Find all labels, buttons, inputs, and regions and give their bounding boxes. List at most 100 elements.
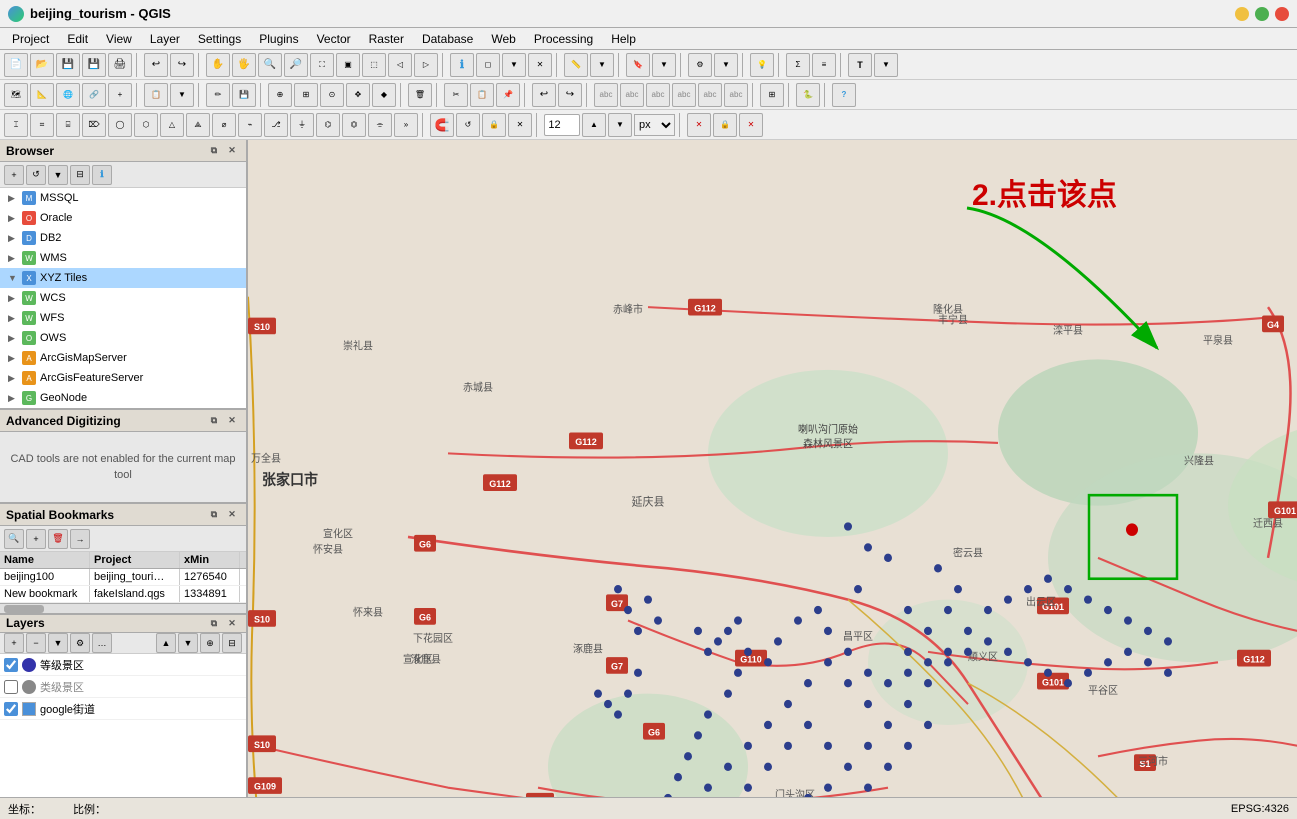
menu-settings[interactable]: Settings (190, 30, 249, 48)
bm-search-btn[interactable]: 🔍 (4, 529, 24, 549)
bm-row-1[interactable]: beijing100 beijing_touri… 1276540 (0, 569, 246, 586)
toggle-edit-btn[interactable]: ✏ (206, 83, 230, 107)
browser-item-geonode[interactable]: ▶ G GeoNode (0, 388, 246, 408)
label6-btn[interactable]: abc (724, 83, 748, 107)
layer-expand-btn[interactable]: ⊕ (200, 633, 220, 653)
render-btn[interactable]: ⚙ (688, 53, 712, 77)
stats-btn[interactable]: Σ (786, 53, 810, 77)
layer-add-btn[interactable]: + (4, 633, 24, 653)
adv-dig-close-btn[interactable]: ✕ (224, 413, 240, 429)
deselect-btn[interactable]: ✕ (528, 53, 552, 77)
snap-unit-select[interactable]: pxmmm (634, 114, 675, 136)
snap-trace-btn[interactable]: ↺ (456, 113, 480, 137)
layer-item-leijijingqu[interactable]: 类级景区 (0, 676, 246, 698)
dig2-btn[interactable]: ⌗ (30, 113, 54, 137)
menu-project[interactable]: Project (4, 30, 57, 48)
browser-item-wfs[interactable]: ▶ W WFS (0, 308, 246, 328)
label2-btn[interactable]: abc (620, 83, 644, 107)
cut-btn[interactable]: ✂ (444, 83, 468, 107)
bm-scroll-thumb[interactable] (4, 605, 44, 613)
browser-close-btn[interactable]: ✕ (224, 143, 240, 159)
spatial-bm-close-btn[interactable]: ✕ (224, 507, 240, 523)
undo2-btn[interactable]: ↩ (532, 83, 556, 107)
layers-float-btn[interactable]: ⧉ (206, 615, 222, 631)
menu-view[interactable]: View (98, 30, 140, 48)
map-area[interactable]: S10 S10 S10 S10 G112 G112 G112 G6 G6 G6 … (248, 140, 1297, 819)
dig8-btn[interactable]: ⟁ (186, 113, 210, 137)
node-tool-btn[interactable]: ◆ (372, 83, 396, 107)
dig12-btn[interactable]: ⏚ (290, 113, 314, 137)
bm-delete-btn[interactable]: 🗑 (48, 529, 68, 549)
spatial-bm-float-btn[interactable]: ⧉ (206, 507, 222, 523)
browser-item-arcgisfeature[interactable]: ▶ A ArcGisFeatureServer (0, 368, 246, 388)
measure-btn[interactable]: 📏 (564, 53, 588, 77)
menu-web[interactable]: Web (483, 30, 523, 48)
browser-float-btn[interactable]: ⧉ (206, 143, 222, 159)
label4-btn[interactable]: abc (672, 83, 696, 107)
render-dropdown-btn[interactable]: ▼ (714, 53, 738, 77)
snap-lock2-btn[interactable]: 🔒 (713, 113, 737, 137)
layer-move-down-btn[interactable]: ▼ (178, 633, 198, 653)
dig1-btn[interactable]: ⌶ (4, 113, 28, 137)
browser-collapse-btn[interactable]: ⊟ (70, 165, 90, 185)
add-ring-btn[interactable]: ⊙ (320, 83, 344, 107)
add-wms-btn[interactable]: 🌐 (56, 83, 80, 107)
dig6-btn[interactable]: ⬡ (134, 113, 158, 137)
list-btn[interactable]: ≡ (812, 53, 836, 77)
undo-btn[interactable]: ↩ (144, 53, 168, 77)
dig9-btn[interactable]: ⌀ (212, 113, 236, 137)
dig7-btn[interactable]: △ (160, 113, 184, 137)
label-btn[interactable]: T (848, 53, 872, 77)
menu-processing[interactable]: Processing (526, 30, 601, 48)
browser-item-wcs[interactable]: ▶ W WCS (0, 288, 246, 308)
dig10-btn[interactable]: ⌁ (238, 113, 262, 137)
pan-btn[interactable]: ✋ (206, 53, 230, 77)
browser-item-db2[interactable]: ▶ D DB2 (0, 228, 246, 248)
new-project-btn[interactable]: 📄 (4, 53, 28, 77)
layer-move-up-btn[interactable]: ▲ (156, 633, 176, 653)
add-raster-layer-btn[interactable]: 🗺 (4, 83, 28, 107)
snap-size-down-btn[interactable]: ▼ (608, 113, 632, 137)
label-tool-btn[interactable]: abc (594, 83, 618, 107)
select-dropdown-btn[interactable]: ▼ (502, 53, 526, 77)
menu-vector[interactable]: Vector (309, 30, 359, 48)
spatial-bookmark-dropdown-btn[interactable]: ▼ (652, 53, 676, 77)
print-btn[interactable]: 🖨 (108, 53, 132, 77)
spatial-bookmark-btn[interactable]: 🔖 (626, 53, 650, 77)
layer-manage-btn[interactable]: ⚙ (70, 633, 90, 653)
bm-row-2[interactable]: New bookmark fakeIsland.qgs 1334891 (0, 586, 246, 603)
select-features-btn[interactable]: ◻ (476, 53, 500, 77)
menu-edit[interactable]: Edit (59, 30, 96, 48)
menu-plugins[interactable]: Plugins (251, 30, 306, 48)
browser-item-mssql[interactable]: ▶ M MSSQL (0, 188, 246, 208)
menu-help[interactable]: Help (603, 30, 644, 48)
dig3-btn[interactable]: ⌸ (56, 113, 80, 137)
layer-filter-btn[interactable]: ▼ (48, 633, 68, 653)
label5-btn[interactable]: abc (698, 83, 722, 107)
zoom-in-btn[interactable]: 🔍 (258, 53, 282, 77)
zoom-full-btn[interactable]: ⛶ (310, 53, 334, 77)
identify-btn[interactable]: ℹ (450, 53, 474, 77)
new-layer-btn[interactable]: 📋 (144, 83, 168, 107)
python-btn[interactable]: 🐍 (796, 83, 820, 107)
browser-item-ows[interactable]: ▶ O OWS (0, 328, 246, 348)
copy-btn[interactable]: 📋 (470, 83, 494, 107)
dig13-btn[interactable]: ⌬ (316, 113, 340, 137)
snap-size-input[interactable] (544, 114, 580, 136)
snap-close2-btn[interactable]: ✕ (739, 113, 763, 137)
layers-close-btn[interactable]: ✕ (224, 615, 240, 631)
dig14-btn[interactable]: ⏣ (342, 113, 366, 137)
delete-selected-btn[interactable]: 🗑 (408, 83, 432, 107)
browser-item-oracle[interactable]: ▶ O Oracle (0, 208, 246, 228)
redo-btn[interactable]: ↪ (170, 53, 194, 77)
layer-item-dengjijingqu[interactable]: 等级景区 (0, 654, 246, 676)
snap-lock-btn[interactable]: 🔒 (482, 113, 506, 137)
menu-database[interactable]: Database (414, 30, 481, 48)
zoom-last-btn[interactable]: ◁ (388, 53, 412, 77)
save-edits-btn[interactable]: 💾 (232, 83, 256, 107)
menu-layer[interactable]: Layer (142, 30, 188, 48)
maximize-btn[interactable] (1255, 7, 1269, 21)
dig5-btn[interactable]: ◯ (108, 113, 132, 137)
add-feature-btn[interactable]: ⊕ (268, 83, 292, 107)
close-btn[interactable] (1275, 7, 1289, 21)
